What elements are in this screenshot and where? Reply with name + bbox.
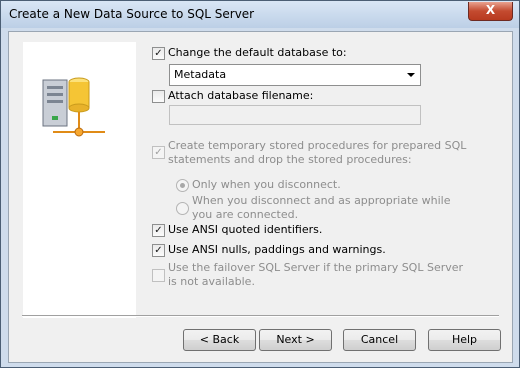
window-title: Create a New Data Source to SQL Server: [9, 7, 255, 21]
radio-disconnect-appropriate-label: When you disconnect and as appropriate w…: [192, 194, 451, 221]
back-button[interactable]: < Back: [183, 329, 256, 351]
illustration-panel: [23, 42, 136, 318]
cancel-button[interactable]: Cancel: [343, 329, 416, 351]
ansi-nulls-checkbox[interactable]: ✓: [152, 244, 165, 257]
attach-db-label: Attach database filename:: [168, 89, 314, 102]
ansi-quoted-checkbox[interactable]: ✓: [152, 224, 165, 237]
dialog-body: ✓ Change the default database to: Metada…: [8, 31, 513, 363]
attach-db-filename-input[interactable]: [169, 105, 421, 125]
close-button[interactable]: X: [468, 2, 513, 21]
radio-disconnect-appropriate[interactable]: [176, 202, 189, 215]
change-db-label: Change the default database to:: [168, 46, 347, 59]
database-network-icon: [42, 77, 105, 137]
ansi-quoted-label: Use ANSI quoted identifiers.: [168, 223, 323, 236]
attach-db-checkbox[interactable]: [152, 90, 165, 103]
divider: [22, 315, 499, 317]
temp-procs-checkbox[interactable]: ✓: [152, 146, 165, 159]
ansi-nulls-label: Use ANSI nulls, paddings and warnings.: [168, 243, 386, 256]
dialog-window: Create a New Data Source to SQL Server X: [0, 0, 520, 368]
database-select[interactable]: Metadata: [169, 64, 421, 86]
temp-procs-label: Create temporary stored procedures for p…: [168, 139, 467, 166]
radio-only-disconnect[interactable]: [176, 179, 189, 192]
database-select-value: Metadata: [174, 68, 227, 81]
help-button[interactable]: Help: [428, 329, 501, 351]
radio-only-disconnect-label: Only when you disconnect.: [192, 178, 341, 191]
failover-checkbox[interactable]: [152, 269, 165, 282]
title-bar[interactable]: Create a New Data Source to SQL Server X: [1, 1, 519, 28]
change-db-checkbox[interactable]: ✓: [152, 47, 165, 60]
failover-label: Use the failover SQL Server if the prima…: [168, 261, 464, 288]
next-button[interactable]: Next >: [259, 329, 332, 351]
chevron-down-icon[interactable]: [407, 73, 415, 77]
